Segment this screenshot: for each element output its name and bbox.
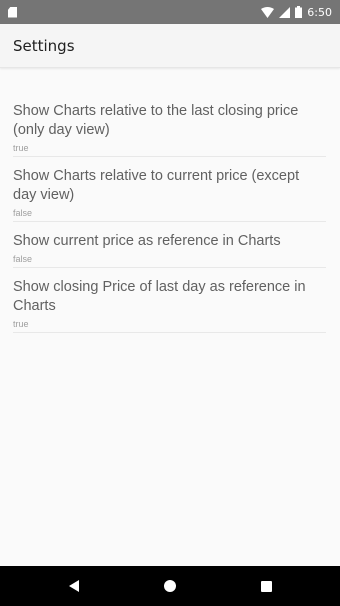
- back-button[interactable]: [26, 566, 122, 606]
- pref-title: Show current price as reference in Chart…: [13, 233, 281, 249]
- pref-item-closing-price-reference[interactable]: Show closing Price of last day as refere…: [13, 268, 326, 333]
- preferences-list: Show Charts relative to the last closing…: [0, 92, 340, 333]
- app-bar: Settings: [0, 24, 340, 68]
- sd-card-icon: [8, 6, 17, 18]
- pref-summary: true: [13, 143, 29, 153]
- recents-button[interactable]: [218, 566, 314, 606]
- pref-summary: false: [13, 208, 33, 218]
- pref-item-relative-last-closing[interactable]: Show Charts relative to the last closing…: [13, 92, 326, 157]
- wifi-icon: [261, 6, 275, 18]
- signal-icon: [279, 6, 291, 18]
- pref-item-current-price-reference[interactable]: Show current price as reference in Chart…: [13, 222, 326, 268]
- battery-icon: [295, 6, 303, 18]
- pref-title: Show Charts relative to current price (e…: [13, 168, 300, 203]
- pref-title: Show Charts relative to the last closing…: [13, 103, 299, 138]
- pref-title: Show closing Price of last day as refere…: [13, 279, 306, 314]
- navigation-bar: [0, 566, 340, 606]
- page-title: Settings: [13, 36, 75, 55]
- pref-summary: true: [13, 319, 29, 329]
- recents-icon: [260, 580, 272, 592]
- back-icon: [69, 580, 79, 592]
- home-icon: [164, 580, 176, 592]
- pref-summary: false: [13, 254, 33, 264]
- home-button[interactable]: [122, 566, 218, 606]
- pref-item-relative-current-price[interactable]: Show Charts relative to current price (e…: [13, 157, 326, 222]
- status-bar: 6:50: [0, 0, 340, 24]
- status-time: 6:50: [307, 5, 332, 19]
